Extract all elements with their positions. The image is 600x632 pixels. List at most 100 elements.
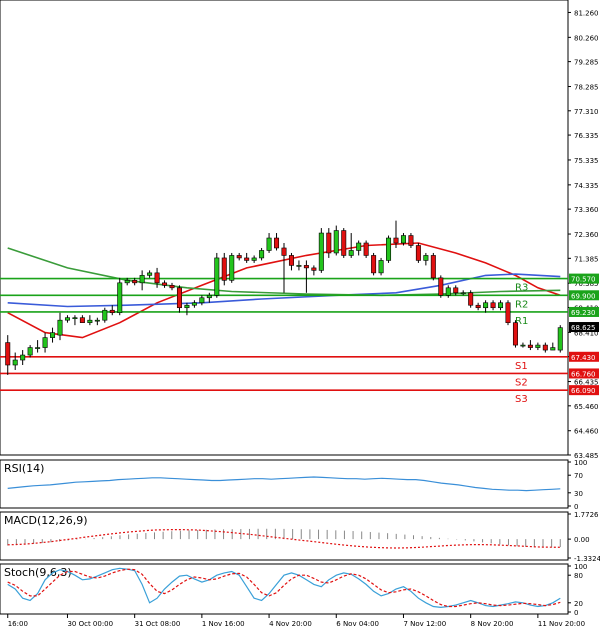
candle-body-up xyxy=(124,280,130,284)
candle-body-up xyxy=(259,250,265,259)
price-panel: 81.260 80.260 79.285 78.285 77.310 76.335 75.3… xyxy=(0,0,599,460)
candle-body-down xyxy=(244,257,250,261)
candle-body-up xyxy=(356,242,362,251)
candle xyxy=(102,307,108,323)
pivot-price-tag-text: 69.230 xyxy=(571,309,596,317)
candle-body-up xyxy=(460,292,466,295)
candle-body-down xyxy=(326,232,332,254)
current-price-text: 68.625 xyxy=(571,324,596,332)
candle-body-up xyxy=(87,319,93,323)
pivot-price-tag-text: 70.570 xyxy=(571,276,596,284)
candle-body-down xyxy=(5,342,11,366)
candle-body-up xyxy=(318,232,324,271)
candle xyxy=(363,240,369,258)
candle-body-up xyxy=(483,302,489,309)
price-tick-label: 76.335 xyxy=(574,132,599,140)
candle-body-up xyxy=(27,347,33,356)
pivot-price-tag-text: 67.430 xyxy=(571,354,596,362)
time-tick-label: 30 Oct 00:00 xyxy=(67,620,113,628)
macd-panel: 1.7726 0.00 -1.3324 MACD(12,26,9) xyxy=(0,511,600,563)
price-tick-label: 72.360 xyxy=(574,231,599,239)
stoch-tick-label: 100 xyxy=(574,563,587,571)
pivot-price-tag-text: 66.090 xyxy=(571,387,596,395)
candle-body-down xyxy=(363,242,369,256)
candle-body-down xyxy=(169,285,175,289)
candle-body-up xyxy=(64,317,70,321)
macd-tick-label: -1.3324 xyxy=(574,555,600,563)
candle-body-down xyxy=(132,280,138,284)
forex-chart: 81.260 80.260 79.285 78.285 77.310 76.335 75.3… xyxy=(0,0,600,628)
time-tick-label: 31 Oct 08:00 xyxy=(135,620,181,628)
pivot-price-tag-text: 66.760 xyxy=(571,370,596,378)
candle-body-down xyxy=(527,344,533,348)
candle xyxy=(415,242,421,263)
candle-body-up xyxy=(296,265,302,267)
candle xyxy=(117,277,123,316)
rsi-tick-label: 30 xyxy=(574,490,583,498)
candle-body-up xyxy=(12,359,18,366)
candle-body-up xyxy=(214,257,220,296)
candle-body-up xyxy=(42,337,48,348)
pivot-label-r3: R3 xyxy=(515,283,528,294)
candle xyxy=(214,252,220,298)
rsi-panel: 100 70 30 0 RSI(14) xyxy=(0,459,587,511)
candle-body-up xyxy=(191,302,197,306)
price-tick-label: 78.285 xyxy=(574,84,599,92)
candle-body-up xyxy=(184,304,190,309)
candle-body-up xyxy=(400,235,406,244)
time-tick-label: 4 Nov 20:00 xyxy=(269,620,312,628)
pivot-label-s2: S2 xyxy=(515,377,528,388)
candle-body-up xyxy=(266,237,272,251)
candle-body-down xyxy=(453,287,459,294)
candle-body-down xyxy=(468,292,474,306)
stoch-frame xyxy=(0,563,569,615)
candle xyxy=(371,252,377,276)
price-tick-label: 71.385 xyxy=(574,255,599,263)
candle-body-up xyxy=(535,344,541,348)
stoch-panel: 10080 200 Stoch(9,6,3) xyxy=(0,563,587,617)
candle xyxy=(557,325,563,353)
candle-body-up xyxy=(520,344,526,347)
rsi-tick-label: 100 xyxy=(574,459,587,467)
price-tick-label: 80.260 xyxy=(574,34,599,42)
candle-body-down xyxy=(415,245,421,261)
candle-body-down xyxy=(490,302,496,309)
candle-body-down xyxy=(438,277,444,296)
candle-body-down xyxy=(303,265,309,269)
candle-body-up xyxy=(378,260,384,274)
stoch-tick-label: 20 xyxy=(574,600,583,608)
macd-tick-label: 1.7726 xyxy=(574,511,599,519)
candle xyxy=(430,252,436,281)
candle xyxy=(408,233,414,248)
stoch-tick-label: 80 xyxy=(574,572,583,580)
candle-body-down xyxy=(475,304,481,309)
macd-tick-label: 0.00 xyxy=(574,536,590,544)
price-plot-frame xyxy=(0,0,569,456)
price-tick-label: 65.460 xyxy=(574,403,599,411)
candle xyxy=(341,228,347,258)
candle-body-down xyxy=(371,255,377,274)
candle-body-down xyxy=(281,247,287,256)
macd-title: MACD(12,26,9) xyxy=(4,514,88,527)
candle-body-up xyxy=(20,354,26,361)
candle-body-down xyxy=(512,322,518,346)
time-tick-label: 11 Nov 20:00 xyxy=(538,620,585,628)
price-tick-label: 73.360 xyxy=(574,206,599,214)
candle-body-up xyxy=(206,294,212,299)
pivot-label-s3: S3 xyxy=(515,394,528,405)
candle xyxy=(438,275,444,298)
candle-body-down xyxy=(109,309,115,314)
candle-body-down xyxy=(430,255,436,279)
rsi-frame xyxy=(0,459,569,509)
candle-body-down xyxy=(341,230,347,256)
candle-body-down xyxy=(311,267,317,271)
candle xyxy=(318,228,324,273)
candle-body-up xyxy=(94,319,100,322)
stoch-tick-label: 0 xyxy=(574,609,578,617)
candle-body-up xyxy=(50,332,56,338)
candle-body-up xyxy=(139,275,145,284)
candle-body-down xyxy=(274,237,280,249)
candle xyxy=(378,257,384,276)
time-tick-label: 7 Nov 12:00 xyxy=(403,620,446,628)
rsi-tick-label: 70 xyxy=(574,472,583,480)
